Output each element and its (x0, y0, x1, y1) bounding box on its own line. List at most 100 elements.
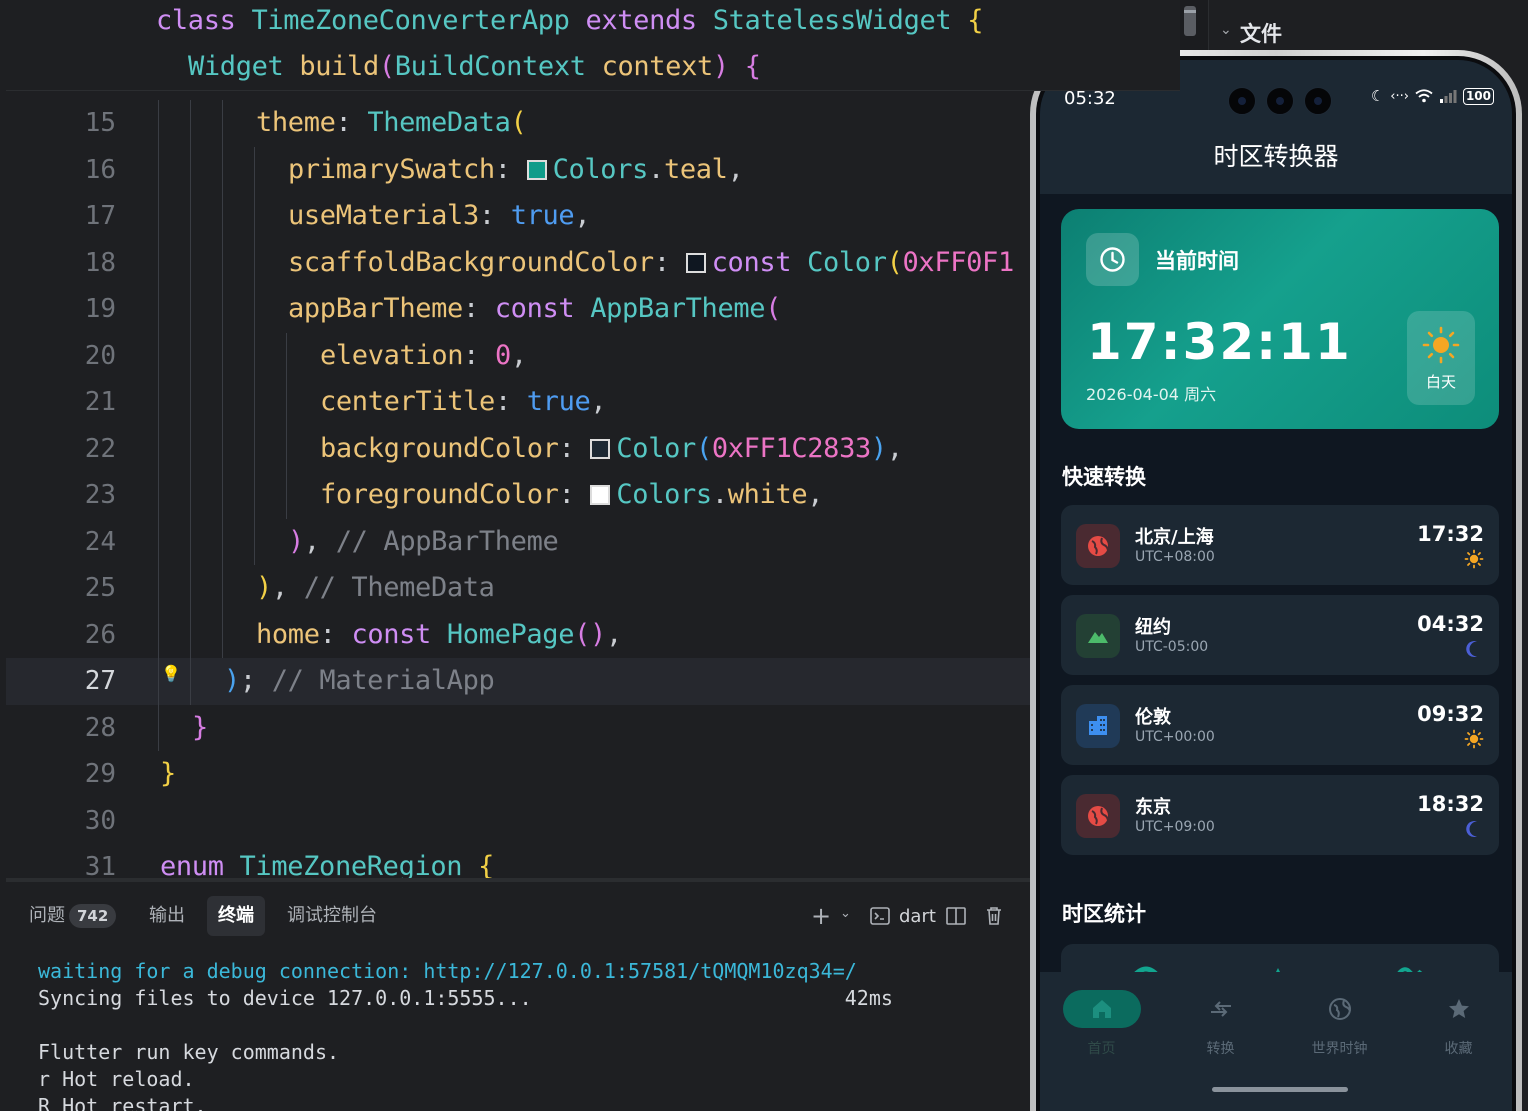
moon-icon (1464, 819, 1484, 839)
line-number[interactable]: 24 (46, 519, 116, 566)
phone-screen[interactable]: 05:32 ☾ ‹··› 100 时区转换器 当前时间 17:32:11 202… (1040, 60, 1512, 1111)
sticky-scope-line[interactable]: Widget build(BuildContext context) { (188, 44, 761, 90)
line-number[interactable]: 30 (46, 798, 116, 845)
indent-guide (222, 379, 223, 426)
code-text[interactable]: foregroundColor: Colors.white, (320, 472, 824, 519)
tab-terminal[interactable]: 终端 (207, 896, 265, 936)
code-text[interactable]: backgroundColor: Color(0xFF1C2833), (320, 426, 903, 473)
tab-problems[interactable]: 问题 742 (18, 896, 127, 936)
nav-item-globe[interactable]: 世界时钟 (1280, 984, 1399, 1058)
camera-cutout (1266, 87, 1294, 115)
code-text[interactable]: ), // ThemeData (256, 565, 495, 612)
chevron-down-icon[interactable]: ⌄ (840, 906, 851, 921)
nav-item-swap[interactable]: 转换 (1161, 984, 1280, 1058)
timezone-card[interactable]: 纽约 UTC-05:00 04:32 (1061, 595, 1499, 675)
code-text[interactable]: useMaterial3: true, (288, 193, 591, 240)
color-swatch-icon[interactable] (685, 252, 706, 273)
code-line[interactable]: 30 (6, 798, 1180, 845)
lightbulb-icon[interactable]: 💡 (161, 664, 181, 683)
line-number[interactable]: 17 (46, 193, 116, 240)
color-swatch-icon[interactable] (590, 485, 611, 505)
code-token: ( (886, 246, 903, 278)
sticky-scope-line[interactable]: class TimeZoneConverterApp extends State… (156, 0, 983, 44)
split-terminal-icon[interactable] (946, 907, 966, 925)
line-number[interactable]: 28 (46, 705, 116, 752)
code-editor[interactable]: class TimeZoneConverterApp extends State… (6, 0, 1180, 878)
timezone-card[interactable]: 伦敦 UTC+00:00 09:32 (1061, 685, 1499, 765)
color-swatch-icon[interactable] (590, 438, 611, 459)
code-token: , (510, 339, 527, 371)
code-line[interactable]: 15 theme: ThemeData( (6, 100, 1180, 147)
code-text[interactable]: home: const HomePage(), (256, 612, 622, 659)
trash-icon[interactable] (985, 906, 1003, 926)
code-line[interactable]: 21 centerTitle: true, (6, 379, 1180, 426)
color-swatch-icon[interactable] (526, 159, 547, 180)
star-icon[interactable] (1420, 990, 1498, 1028)
code-text[interactable]: enum TimeZoneRegion { (160, 844, 494, 878)
code-line[interactable]: 28} (6, 704, 1180, 752)
code-line[interactable]: 31 enum TimeZoneRegion { (6, 844, 1180, 878)
tab-output[interactable]: 输出 (138, 896, 196, 936)
line-number[interactable]: 27 (46, 658, 116, 705)
code-token: Colors (552, 153, 649, 185)
line-number[interactable]: 18 (46, 240, 116, 287)
code-text[interactable]: } (192, 705, 208, 752)
tab-debug-console[interactable]: 调试控制台 (276, 896, 388, 936)
globe-icon[interactable] (1301, 990, 1379, 1028)
line-number[interactable]: 26 (46, 612, 116, 659)
line-number[interactable]: 25 (46, 565, 116, 612)
nav-item-home[interactable]: 首页 (1042, 984, 1161, 1058)
explorer-title[interactable]: 文件 (1240, 18, 1282, 48)
timezone-card[interactable]: 东京 UTC+09:00 18:32 (1061, 775, 1499, 855)
code-text[interactable]: } (160, 751, 176, 798)
nav-item-star[interactable]: 收藏 (1399, 984, 1512, 1058)
code-token: : (319, 618, 352, 650)
code-line[interactable]: 17 useMaterial3: true, (6, 193, 1180, 240)
terminal-shell-label[interactable]: dart (899, 906, 936, 927)
line-number[interactable]: 16 (46, 147, 116, 194)
line-number[interactable]: 22 (46, 426, 116, 473)
swap-icon[interactable] (1182, 990, 1260, 1028)
line-number[interactable]: 23 (46, 472, 116, 519)
code-line[interactable]: 25 ), // ThemeData (6, 565, 1180, 612)
code-token: Color (807, 246, 887, 278)
code-line[interactable]: 19 appBarTheme: const AppBarTheme( (6, 286, 1180, 333)
code-text[interactable]: primarySwatch: Colors.teal, (288, 147, 744, 194)
line-number[interactable]: 21 (46, 379, 116, 426)
code-token: , (605, 618, 622, 650)
current-time-card[interactable]: 当前时间 17:32:11 2026-04-04 周六 白天 (1061, 209, 1499, 429)
sun-icon (1422, 326, 1460, 364)
line-number[interactable]: 15 (46, 100, 116, 147)
code-line[interactable]: 18 scaffoldBackgroundColor: const Color(0… (6, 239, 1180, 287)
code-text[interactable]: centerTitle: true, (320, 379, 607, 426)
home-indicator[interactable] (1212, 1087, 1348, 1092)
code-line[interactable]: 29} (6, 751, 1180, 798)
code-text[interactable]: theme: ThemeData( (256, 100, 527, 147)
code-line[interactable]: 24 ), // AppBarTheme (6, 518, 1180, 566)
code-token: const (711, 246, 808, 278)
code-token: () (574, 618, 606, 650)
chevron-down-icon[interactable]: ⌄ (1220, 22, 1232, 38)
line-number[interactable]: 29 (46, 751, 116, 798)
code-line[interactable]: 20 elevation: 0, (6, 332, 1180, 380)
editor-scrollbar-thumb[interactable] (1184, 6, 1196, 36)
code-line[interactable]: 16 primarySwatch: Colors.teal, (6, 146, 1180, 194)
indent-guide (222, 472, 223, 519)
code-text[interactable]: ), // AppBarTheme (288, 519, 559, 566)
code-text[interactable]: scaffoldBackgroundColor: const Color(0xF… (288, 240, 1014, 287)
indent-guide (286, 472, 287, 519)
line-number[interactable]: 20 (46, 333, 116, 380)
code-line[interactable]: 27 💡 ); // MaterialApp (6, 658, 1180, 705)
timezone-card[interactable]: 北京/上海 UTC+08:00 17:32 (1061, 505, 1499, 585)
code-text[interactable]: appBarTheme: const AppBarTheme( (288, 286, 781, 333)
code-line[interactable]: 23 foregroundColor: Colors.white, (6, 472, 1180, 519)
home-icon[interactable] (1062, 990, 1141, 1028)
code-text[interactable]: elevation: 0, (320, 333, 527, 380)
line-number[interactable]: 31 (46, 844, 116, 878)
code-line[interactable]: 22 backgroundColor: Color(0xFF1C2833), (6, 425, 1180, 473)
add-terminal-icon[interactable]: + (811, 902, 831, 930)
code-line[interactable]: 26 home: const HomePage(), (6, 611, 1180, 659)
code-text[interactable]: ); // MaterialApp (224, 658, 495, 705)
code-token: // AppBarTheme (335, 525, 559, 557)
line-number[interactable]: 19 (46, 286, 116, 333)
